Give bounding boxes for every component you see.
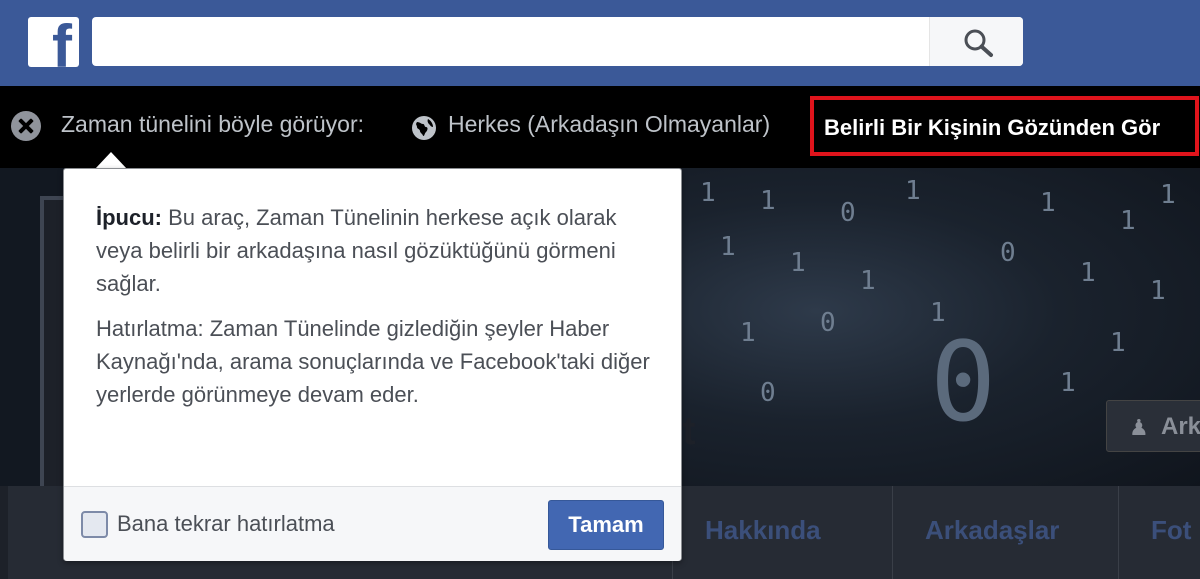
- cover-digit: 1: [720, 232, 736, 262]
- globe-icon: [412, 116, 436, 140]
- add-friend-button[interactable]: ♟ Ark: [1106, 400, 1200, 452]
- cover-digit: 0: [1000, 238, 1016, 268]
- cover-digit: 1: [1040, 188, 1056, 218]
- facebook-logo[interactable]: f: [28, 17, 79, 67]
- cover-digit: 1: [1080, 258, 1096, 288]
- search-icon: [964, 29, 993, 57]
- tab-friends-label: Arkadaşlar: [925, 515, 1060, 545]
- add-friend-icon: ♟: [1129, 415, 1149, 440]
- search-input[interactable]: [92, 17, 1023, 66]
- close-icon[interactable]: [11, 111, 41, 141]
- view-as-specific-person-label: Belirli Bir Kişinin Gözünden Gör: [824, 115, 1161, 140]
- view-as-tooltip: İpucu: Bu araç, Zaman Tünelinin herkese …: [63, 168, 682, 561]
- tooltip-tip-title: İpucu:: [96, 205, 162, 230]
- cover-digit: 1: [760, 186, 776, 216]
- ok-button[interactable]: Tamam: [548, 500, 664, 550]
- view-as-specific-person-button[interactable]: Belirli Bir Kişinin Gözünden Gör: [810, 96, 1199, 156]
- dont-remind-label[interactable]: Bana tekrar hatırlatma: [117, 511, 335, 537]
- cover-digit: 1: [790, 248, 806, 278]
- cover-digit: 1: [1160, 180, 1176, 210]
- tooltip-reminder-text: Hatırlatma: Zaman Tünelinde gizlediğin ş…: [96, 316, 650, 407]
- top-navbar: f: [0, 0, 1200, 86]
- facebook-logo-letter: f: [52, 17, 72, 67]
- tooltip-body: İpucu: Bu araç, Zaman Tünelinin herkese …: [96, 201, 651, 423]
- cover-digit: 1: [1120, 206, 1136, 236]
- view-as-prefix: Zaman tünelini böyle görüyor:: [61, 111, 364, 137]
- cover-digit: 1: [860, 266, 876, 296]
- search-button[interactable]: [929, 17, 1023, 66]
- cover-digit: 0: [930, 318, 997, 446]
- cover-digit: 1: [740, 318, 756, 348]
- page: f Zaman tünelini böyle görüyor: Herkes (…: [0, 0, 1200, 579]
- tooltip-tip-paragraph: İpucu: Bu araç, Zaman Tünelinin herkese …: [96, 201, 651, 300]
- cover-digit: 1: [905, 176, 921, 206]
- tab-photos[interactable]: Fot: [1118, 486, 1200, 579]
- cover-digit: 0: [820, 308, 836, 338]
- dont-remind-checkbox[interactable]: [81, 511, 108, 538]
- cover-digit: 0: [840, 198, 856, 228]
- tab-friends[interactable]: Arkadaşlar: [892, 486, 1118, 579]
- cover-digit: 1: [1150, 276, 1166, 306]
- tab-about[interactable]: Hakkında: [672, 486, 892, 579]
- cover-digit: 0: [760, 378, 776, 408]
- cover-digit: 1: [1110, 328, 1126, 358]
- cover-digit: 1: [1060, 368, 1076, 398]
- audience-public-link[interactable]: Herkes (Arkadaşın Olmayanlar): [448, 111, 770, 138]
- tooltip-tip-text: Bu araç, Zaman Tünelinin herkese açık ol…: [96, 205, 617, 296]
- tab-about-label: Hakkında: [705, 515, 821, 545]
- tab-photos-label: Fot: [1151, 515, 1192, 545]
- tooltip-arrow: [95, 152, 127, 169]
- add-friend-label: Ark: [1161, 413, 1200, 440]
- tooltip-footer: Bana tekrar hatırlatma Tamam: [64, 486, 681, 561]
- cover-digit: 1: [700, 178, 716, 208]
